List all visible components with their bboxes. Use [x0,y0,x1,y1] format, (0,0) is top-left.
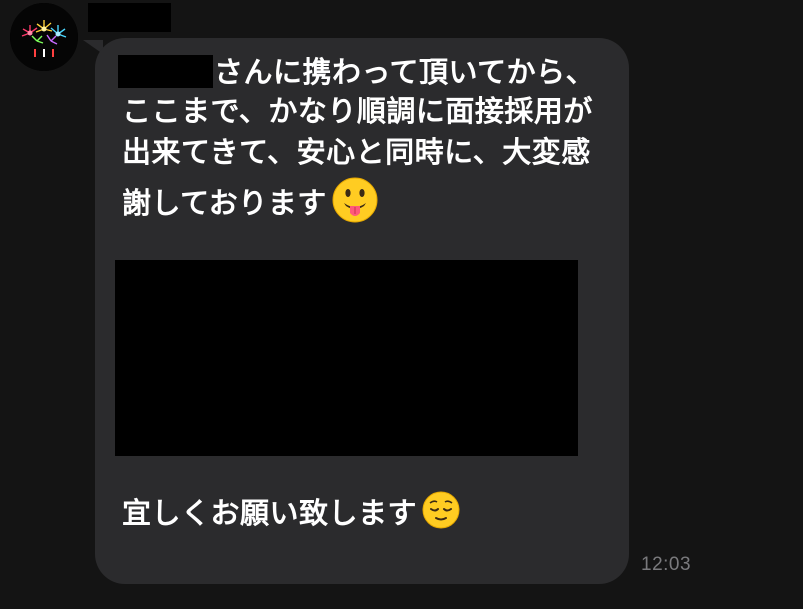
redacted-name [118,55,213,88]
chat-view: さんに携わって頂いてから、 ここまで、かなり順調に面接採用が 出来てきて、安心と… [0,0,803,609]
redacted-content-block [115,260,578,456]
message-closing-line: 宜しくお願い致します [122,490,461,540]
fireworks-avatar-icon [10,3,78,71]
message-line-4-text: 謝しております [122,186,327,220]
message-line-4: 謝しております [122,176,379,234]
relieved-face-icon [421,490,461,540]
message-line-1: さんに携わって頂いてから、 [214,55,596,89]
message-line-3: 出来てきて、安心と同時に、大変感 [122,135,591,169]
sender-name-redacted [88,3,171,32]
face-with-tongue-icon [331,176,379,234]
message-closing-text: 宜しくお願い致します [122,496,418,530]
sender-avatar[interactable] [10,3,78,71]
message-line-2: ここまで、かなり順調に面接採用が [122,94,593,128]
message-timestamp: 12:03 [641,554,692,575]
